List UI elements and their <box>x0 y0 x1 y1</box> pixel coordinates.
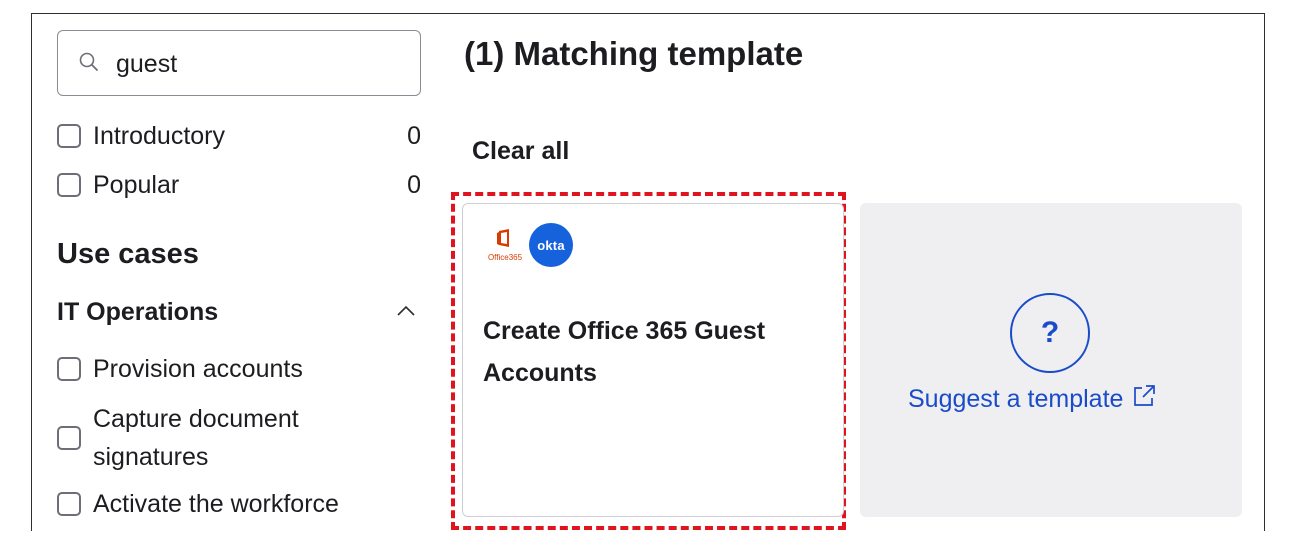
filter-label: Introductory <box>93 121 226 150</box>
use-cases-heading: Use cases <box>57 238 199 270</box>
filter-label: Capture document signatures <box>93 405 299 471</box>
search-icon <box>79 52 98 71</box>
chevron-up-icon[interactable] <box>395 303 417 319</box>
checkbox[interactable] <box>57 124 81 148</box>
checkbox[interactable] <box>57 173 81 197</box>
template-browser: guest Introductory 0 Popular 0 Use cases… <box>31 13 1265 531</box>
checkbox[interactable] <box>57 426 81 450</box>
question-symbol: ? <box>1040 316 1060 349</box>
filter-provision-accounts[interactable]: Provision accounts <box>57 353 421 385</box>
suggest-template-label: Suggest a template <box>908 385 1124 413</box>
filter-introductory[interactable]: Introductory 0 <box>57 120 421 152</box>
office365-logo: Office365 <box>488 229 523 262</box>
search-value: guest <box>116 50 178 78</box>
filter-label: Activate the workforce <box>93 489 339 518</box>
filter-label: Popular <box>93 170 180 199</box>
okta-logo-text: okta <box>537 237 565 253</box>
suggest-template-card[interactable]: ? Suggest a template <box>860 203 1242 517</box>
checkbox[interactable] <box>57 357 81 381</box>
suggest-template-link[interactable]: Suggest a template <box>908 384 1157 414</box>
external-link-icon <box>1134 384 1156 406</box>
svg-text:Office365: Office365 <box>488 253 523 262</box>
filter-activate-the-workforce[interactable]: Activate the workforce <box>57 488 421 520</box>
group-toggle-it-operations[interactable]: IT Operations <box>57 298 218 327</box>
question-icon: ? <box>1010 293 1090 373</box>
template-card-title: Create Office 365 Guest Accounts <box>483 317 766 387</box>
filter-count: 0 <box>407 121 421 150</box>
filter-popular[interactable]: Popular 0 <box>57 169 421 201</box>
checkbox[interactable] <box>57 492 81 516</box>
clear-all-button[interactable]: Clear all <box>472 137 569 166</box>
filter-label: Provision accounts <box>93 354 303 383</box>
okta-logo: okta <box>529 223 573 267</box>
search-input[interactable]: guest <box>57 30 421 96</box>
template-card[interactable]: Office365 okta Create Office 365 Guest A… <box>462 203 844 517</box>
filter-count: 0 <box>407 170 421 199</box>
page-title: (1) Matching template <box>464 35 804 72</box>
filter-capture-document-signatures[interactable]: Capture document signatures <box>57 398 421 478</box>
